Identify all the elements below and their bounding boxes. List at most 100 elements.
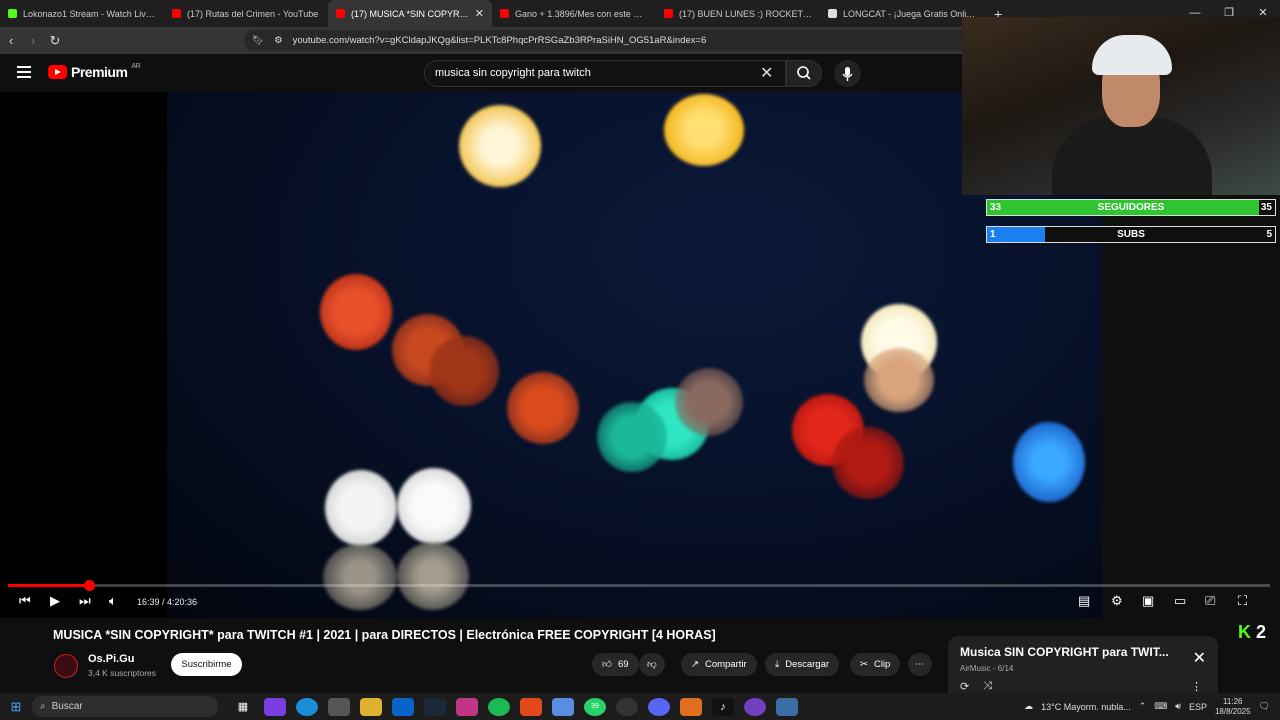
tab-favicon-icon xyxy=(828,9,837,18)
brave-icon[interactable] xyxy=(520,697,542,716)
windows-start-icon[interactable]: ⊞ xyxy=(0,699,32,715)
playlist-panel: Musica SIN COPYRIGHT para TWIT... AirMus… xyxy=(948,636,1218,696)
play-icon[interactable]: ▶ xyxy=(50,593,60,609)
network-icon[interactable]: ⌨ xyxy=(1154,701,1167,712)
followers-goal-bar: 33 SEGUIDORES 35 xyxy=(986,199,1276,216)
bookmark-icon[interactable]: 🔖︎ xyxy=(252,35,264,46)
bokeh-light xyxy=(1013,422,1085,502)
bokeh-light xyxy=(459,105,541,187)
cast-icon[interactable]: ⎚ xyxy=(1205,593,1215,609)
copilot-icon[interactable] xyxy=(264,697,286,716)
app-icon[interactable] xyxy=(552,697,574,716)
microphone-icon xyxy=(842,67,853,81)
settings-gear-icon[interactable]: ⚙︎ xyxy=(1111,593,1123,609)
playlist-title[interactable]: Musica SIN COPYRIGHT para TWIT... xyxy=(960,645,1180,659)
steam-icon[interactable] xyxy=(424,697,446,716)
spotify-icon[interactable] xyxy=(488,697,510,716)
playlist-subtitle: AirMusic - 6/14 xyxy=(960,664,1014,673)
search-input[interactable]: musica sin copyright para twitch xyxy=(424,60,786,87)
progress-bar[interactable] xyxy=(8,580,1270,591)
search-button[interactable] xyxy=(786,60,822,87)
previous-icon[interactable]: ⏮ xyxy=(19,593,31,609)
language-indicator[interactable]: ESP xyxy=(1189,702,1207,712)
clock-time: 11:26 xyxy=(1223,696,1243,706)
forward-icon[interactable]: › xyxy=(22,33,44,48)
youtube-play-icon xyxy=(48,65,67,79)
search-icon: ⌕ xyxy=(40,701,46,712)
tab-favicon-icon xyxy=(664,9,673,18)
tiktok-icon[interactable]: ♪ xyxy=(712,697,734,716)
browser-tab[interactable]: Gano + 1.3896/Mes con este Canal de xyxy=(492,0,656,27)
theater-mode-icon[interactable]: ▭ xyxy=(1174,593,1186,609)
volume-tray-icon[interactable]: 🔊︎ xyxy=(1175,701,1181,712)
shuffle-icon[interactable]: ⤨ xyxy=(983,680,992,693)
download-button[interactable]: ⤓ Descargar xyxy=(765,653,840,676)
browser-tab[interactable]: (17) Rutas del Crimen - YouTube xyxy=(164,0,328,27)
notifications-icon[interactable]: 🗨︎ xyxy=(1259,701,1270,712)
like-button[interactable]: 👍︎ 69 xyxy=(592,653,639,676)
tab-title: (17) Rutas del Crimen - YouTube xyxy=(187,8,319,19)
edge-icon[interactable] xyxy=(296,697,318,716)
loop-icon[interactable]: ⟳ xyxy=(960,680,969,693)
playlist-menu-icon[interactable]: ⋮ xyxy=(1191,680,1202,693)
obs-icon[interactable] xyxy=(616,697,638,716)
streaming-app-icon[interactable] xyxy=(744,697,766,716)
fullscreen-icon[interactable]: ⛶ xyxy=(1238,593,1247,609)
security-shield-icon[interactable] xyxy=(776,697,798,716)
tray-overflow-icon[interactable]: ⌃ xyxy=(1139,701,1147,712)
video-title: MUSICA *SIN COPYRIGHT* para TWITCH #1 | … xyxy=(53,628,716,642)
back-icon[interactable]: ‹ xyxy=(0,33,22,48)
voice-search-button[interactable] xyxy=(834,60,861,87)
subtitles-icon[interactable]: ▤ xyxy=(1078,593,1090,609)
file-explorer-icon[interactable] xyxy=(360,697,382,716)
clear-search-icon[interactable]: ✕ xyxy=(760,63,773,83)
miniplayer-icon[interactable]: ▣ xyxy=(1142,593,1154,609)
bokeh-light xyxy=(320,274,392,350)
clock[interactable]: 11:26 18/8/2025 xyxy=(1215,697,1251,717)
more-actions-button[interactable]: ⋯ xyxy=(908,653,932,676)
tab-favicon-icon xyxy=(8,9,17,18)
tab-title: LONGCAT - ¡Juega Gratis Online! | Po xyxy=(843,8,976,19)
outlook-icon[interactable] xyxy=(392,697,414,716)
webcam-overlay xyxy=(962,17,1280,195)
bokeh-light xyxy=(429,336,499,406)
subscribe-button[interactable]: Suscribirme xyxy=(171,653,242,676)
video-player[interactable] xyxy=(0,92,1102,618)
reload-icon[interactable]: ↻ xyxy=(44,33,66,49)
browser-tab[interactable]: (17) BUEN LUNES :) ROCKET CON SE xyxy=(656,0,820,27)
fl-studio-icon[interactable] xyxy=(680,697,702,716)
instagram-icon[interactable] xyxy=(456,697,478,716)
discord-icon[interactable] xyxy=(648,697,670,716)
download-icon: ⤓ xyxy=(775,659,780,670)
close-tab-icon[interactable]: ✕ xyxy=(475,7,484,20)
youtube-premium-logo[interactable]: Premium AR xyxy=(48,63,141,80)
site-info-icon[interactable]: ⚙︎ xyxy=(274,35,283,46)
followers-goal: 35 xyxy=(1260,202,1272,213)
taskbar-search[interactable]: ⌕ Buscar xyxy=(32,696,218,717)
clip-button[interactable]: ✂ Clip xyxy=(850,653,901,676)
bokeh-light xyxy=(664,94,744,166)
channel-name[interactable]: Os.Pi.Gu xyxy=(88,653,134,665)
whatsapp-icon[interactable]: 39 xyxy=(584,697,606,716)
streamer-hoodie xyxy=(1052,117,1212,195)
taskbar-search-placeholder: Buscar xyxy=(51,701,83,712)
tab-title: (17) MUSICA *SIN COPYRIGHT* xyxy=(351,8,469,19)
browser-tab[interactable]: LONGCAT - ¡Juega Gratis Online! | Po xyxy=(820,0,984,27)
close-playlist-icon[interactable]: ✕ xyxy=(1193,648,1206,668)
weather-icon[interactable]: ☁ xyxy=(1024,701,1033,712)
store-icon[interactable] xyxy=(328,697,350,716)
url-field[interactable]: 🔖︎ ⚙︎ youtube.com/watch?v=gKCldapJKQg&li… xyxy=(244,30,974,51)
browser-tab[interactable]: Lokonazo1 Stream - Watch Live on K xyxy=(0,0,164,27)
dislike-button[interactable]: 👎︎ xyxy=(639,653,665,676)
menu-icon[interactable] xyxy=(17,66,31,78)
channel-avatar[interactable] xyxy=(54,654,78,678)
share-button[interactable]: ↗ Compartir xyxy=(681,653,757,676)
thumbs-down-icon: 👎︎ xyxy=(647,659,657,670)
thumbs-up-icon: 👍︎ xyxy=(602,659,612,670)
weather-text[interactable]: 13°C Mayorm. nubla... xyxy=(1041,702,1131,712)
share-icon: ↗ xyxy=(691,659,699,670)
next-icon[interactable]: ⏭ xyxy=(79,593,91,609)
task-view-icon[interactable]: ▦ xyxy=(232,698,254,716)
volume-icon[interactable]: 🔈︎ xyxy=(109,593,117,609)
browser-tab[interactable]: (17) MUSICA *SIN COPYRIGHT* ✕ xyxy=(328,0,492,27)
